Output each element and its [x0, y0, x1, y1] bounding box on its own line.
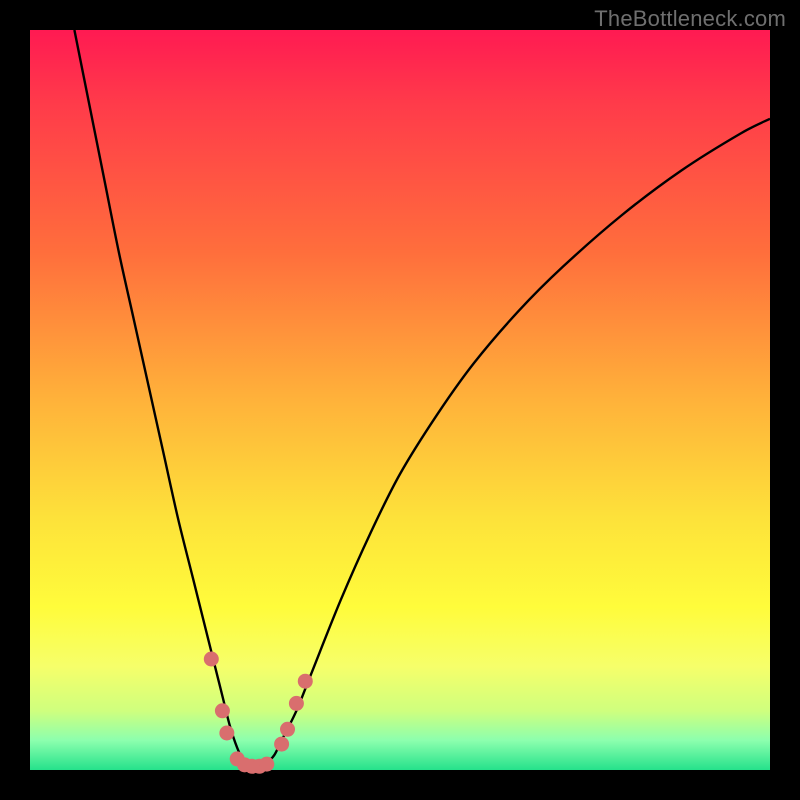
curve-marker — [219, 726, 234, 741]
curve-marker — [204, 652, 219, 667]
curve-marker — [298, 674, 313, 689]
bottleneck-curve — [74, 30, 770, 767]
watermark-text: TheBottleneck.com — [594, 6, 786, 32]
curve-marker — [215, 703, 230, 718]
chart-svg — [30, 30, 770, 770]
curve-marker — [259, 757, 274, 772]
curve-marker — [274, 737, 289, 752]
chart-plot-area — [30, 30, 770, 770]
curve-marker — [289, 696, 304, 711]
curve-marker — [280, 722, 295, 737]
chart-frame: TheBottleneck.com — [0, 0, 800, 800]
